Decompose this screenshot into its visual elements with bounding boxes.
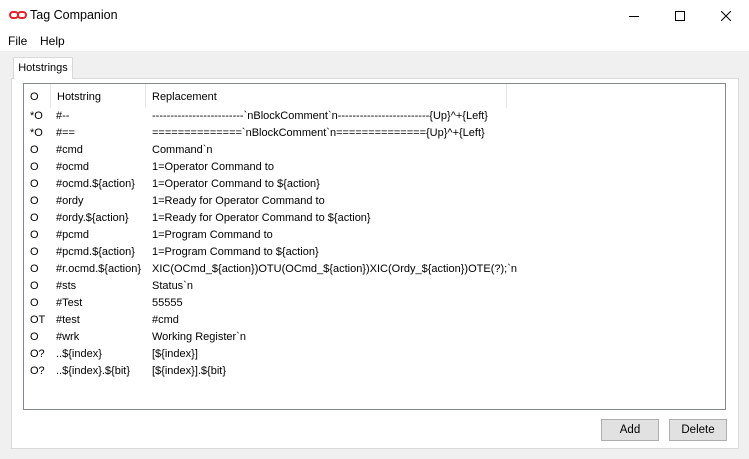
row-hotstring-cell: #wrk [56,331,80,343]
row-options-cell: O [30,331,39,343]
table-row[interactable]: O? ..${index} [${index}] [24,346,725,363]
row-replacement-cell: #cmd [152,314,179,326]
row-hotstring-cell: #pcmd.${action} [56,246,135,258]
table-row[interactable]: O #ordy 1=Ready for Operator Command to [24,193,725,210]
row-hotstring-cell: ..${index}.${bit} [56,365,131,377]
row-hotstring-cell: #-- [56,110,70,122]
row-replacement-cell: Status`n [152,280,193,292]
row-hotstring-cell: #ordy [56,195,84,207]
menu-bar: File Help [0,31,749,51]
row-hotstring-cell: #ocmd [56,161,90,173]
table-row[interactable]: *O #-- -------------------------`nBlockCom… [24,108,725,125]
row-replacement-cell: XIC(OCmd_${action})OTU(OCmd_${action})XI… [152,263,517,275]
row-options-cell: O? [30,365,45,377]
row-hotstring-cell: ..${index} [56,348,102,360]
table-row[interactable]: O #cmd Command`n [24,142,725,159]
column-header-hotstring[interactable]: Hotstring [51,84,146,108]
maximize-button[interactable] [657,0,703,31]
row-hotstring-cell: #ordy.${action} [56,212,129,224]
title-bar: Tag Companion [0,0,749,31]
column-header-options[interactable]: O [24,84,51,108]
row-options-cell: *O [30,110,43,122]
row-options-cell: O [30,178,39,190]
row-replacement-cell: [${index}].${bit} [152,365,227,377]
close-icon [721,10,731,21]
row-replacement-cell: 1=Program Command to [152,229,273,241]
row-replacement-cell: Command`n [152,144,213,156]
table-row[interactable]: O #ordy.${action} 1=Ready for Operator Com… [24,210,725,227]
row-replacement-cell: -------------------------`nBlockComment`… [152,110,488,122]
list-header: O Hotstring Replacement [24,84,725,108]
row-replacement-cell: Working Register`n [152,331,246,343]
row-replacement-cell: ==============`nBlockComment`n==========… [152,127,485,139]
row-options-cell: O [30,229,39,241]
row-hotstring-cell: #Test [56,297,83,309]
add-button[interactable]: Add [601,419,659,441]
row-replacement-cell: 1=Operator Command to [152,161,274,173]
row-hotstring-cell: #cmd [56,144,83,156]
row-options-cell: O [30,161,39,173]
hotstrings-list[interactable]: O Hotstring Replacement *O #-- -----------… [23,83,726,410]
column-header-replacement[interactable]: Replacement [146,84,507,108]
minimize-icon [629,15,639,17]
row-options-cell: O [30,212,39,224]
menu-file[interactable]: File [8,34,27,48]
table-row[interactable]: O #wrk Working Register`n [24,329,725,346]
row-hotstring-cell: #pcmd [56,229,90,241]
tab-hotstrings[interactable]: Hotstrings [13,57,73,79]
row-options-cell: O [30,263,39,275]
chain-link-icon [9,11,27,19]
row-replacement-cell: 1=Ready for Operator Command to ${action… [152,212,371,224]
table-row[interactable]: O #pcmd 1=Program Command to [24,227,725,244]
row-options-cell: O [30,144,39,156]
menu-help[interactable]: Help [40,34,65,48]
row-options-cell: O [30,297,39,309]
row-options-cell: *O [30,127,43,139]
minimize-button[interactable] [611,0,657,31]
delete-button[interactable]: Delete [669,419,727,441]
row-hotstring-cell: #== [56,127,75,139]
row-replacement-cell: 1=Operator Command to ${action} [152,178,320,190]
table-row[interactable]: O #ocmd.${action} 1=Operator Command to ${… [24,176,725,193]
row-hotstring-cell: #sts [56,280,77,292]
row-options-cell: O [30,195,39,207]
close-button[interactable] [703,0,749,31]
row-options-cell: O [30,280,39,292]
table-row[interactable]: O #ocmd 1=Operator Command to [24,159,725,176]
row-options-cell: O? [30,348,45,360]
window-title: Tag Companion [30,8,118,22]
table-row[interactable]: *O #== ==============`nBlockComment`n=====… [24,125,725,142]
table-row[interactable]: O #sts Status`n [24,278,725,295]
table-row[interactable]: O? ..${index}.${bit} [${index}].${bit} [24,363,725,380]
table-row[interactable]: O #pcmd.${action} 1=Program Command to ${a… [24,244,725,261]
table-row[interactable]: O #Test 55555 [24,295,725,312]
row-options-cell: O [30,246,39,258]
table-row[interactable]: O #r.ocmd.${action} XIC(OCmd_${action})OTU… [24,261,725,278]
row-replacement-cell: [${index}] [152,348,198,360]
row-replacement-cell: 1=Program Command to ${action} [152,246,319,258]
row-hotstring-cell: #r.ocmd.${action} [56,263,142,275]
row-hotstring-cell: #test [56,314,80,326]
row-options-cell: OT [30,314,46,326]
table-row[interactable]: OT #test #cmd [24,312,725,329]
row-hotstring-cell: #ocmd.${action} [56,178,135,190]
row-replacement-cell: 1=Ready for Operator Command to [152,195,325,207]
row-replacement-cell: 55555 [152,297,183,309]
maximize-icon [675,10,685,21]
